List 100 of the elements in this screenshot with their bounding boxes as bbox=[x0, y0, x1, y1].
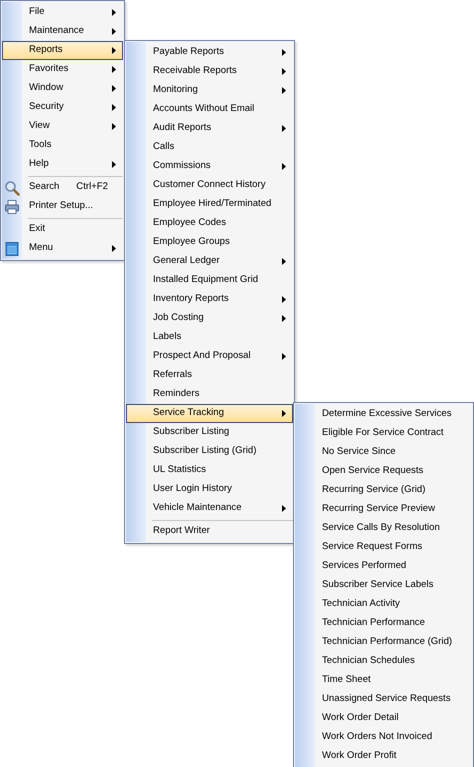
menu-item[interactable]: File bbox=[2, 3, 123, 22]
menu-item-label: Time Sheet bbox=[322, 673, 372, 688]
menu-item[interactable]: Calls bbox=[126, 138, 293, 157]
menu-item-label: Employee Codes bbox=[153, 216, 228, 230]
menu-item-label: Payable Reports bbox=[153, 45, 225, 60]
menu-item[interactable]: Service Tracking bbox=[126, 404, 293, 423]
menu-item[interactable]: Determine Excessive Services bbox=[295, 405, 472, 424]
menu-item[interactable]: Employee Codes bbox=[126, 214, 293, 233]
menu-item[interactable]: Payable Reports bbox=[126, 43, 293, 62]
menu-item-label: Installed Equipment Grid bbox=[153, 273, 260, 288]
menu-item[interactable]: User Login History bbox=[126, 480, 293, 499]
menu-item-label: Service Calls By Resolution bbox=[322, 521, 441, 536]
menu-item[interactable]: Work Orders Not Invoiced bbox=[295, 728, 472, 747]
menu-item[interactable]: Prospect And Proposal bbox=[126, 347, 293, 366]
menu-item-label: UL Statistics bbox=[153, 463, 207, 478]
menu-item-label: Unassigned Service Requests bbox=[322, 692, 452, 706]
menu-item-label: Monitoring bbox=[153, 83, 199, 98]
menu-item-label: Work Orders Not Invoiced bbox=[322, 730, 434, 744]
menu-item[interactable]: Subscriber Service Labels bbox=[295, 576, 472, 595]
menu-item-label: Prospect And Proposal bbox=[153, 349, 252, 364]
menu-item[interactable]: Report Writer bbox=[126, 522, 293, 541]
menu-item[interactable]: Subscriber Listing (Grid) bbox=[126, 442, 293, 461]
menu-item[interactable]: Help bbox=[2, 155, 123, 174]
menu-item[interactable]: Eligible For Service Contract bbox=[295, 424, 472, 443]
menu-item[interactable]: Technician Performance (Grid) bbox=[295, 633, 472, 652]
menu-item-label: Subscriber Listing bbox=[153, 425, 230, 440]
menu-item[interactable]: Inventory Reports bbox=[126, 290, 293, 309]
menu-item[interactable]: Technician Schedules bbox=[295, 652, 472, 671]
menu-item[interactable]: Maintenance bbox=[2, 22, 123, 41]
menu-item[interactable]: Work Order Detail bbox=[295, 709, 472, 728]
menu-item[interactable]: Accounts Without Email bbox=[126, 100, 293, 119]
menu-item-label: No Service Since bbox=[322, 445, 397, 460]
menu-item[interactable]: Vehicle Maintenance bbox=[126, 499, 293, 518]
menu-item[interactable]: Service Request Forms bbox=[295, 538, 472, 557]
menu-item[interactable]: Technician Performance bbox=[295, 614, 472, 633]
menu-item[interactable]: Menu bbox=[2, 239, 123, 258]
menu-item-label: Help bbox=[29, 157, 50, 172]
menu-item[interactable]: Favorites bbox=[2, 60, 123, 79]
menu-item-label: Employee Hired/Terminated bbox=[153, 197, 272, 212]
menu-item[interactable]: Tools bbox=[2, 136, 123, 155]
menu-item[interactable]: Recurring Service Preview bbox=[295, 500, 472, 519]
menu-item[interactable]: Window bbox=[2, 79, 123, 98]
menu-item[interactable]: Job Costing bbox=[126, 309, 293, 328]
menu-item[interactable]: Unassigned Service Requests bbox=[295, 690, 472, 709]
menu-item[interactable]: Employee Groups bbox=[126, 233, 293, 252]
shortcut-label: Ctrl+F2 bbox=[76, 180, 108, 194]
menu-item-label: Receivable Reports bbox=[153, 64, 238, 78]
menu-item-label: Report Writer bbox=[153, 524, 211, 538]
menu-item-label: Subscriber Listing (Grid) bbox=[153, 444, 258, 458]
menu-item-label: Employee Groups bbox=[153, 235, 231, 250]
menu-item-label: Technician Performance bbox=[322, 616, 426, 630]
menu-item-label: Service Tracking bbox=[153, 406, 225, 420]
menu-item[interactable]: Employee Hired/Terminated bbox=[126, 195, 293, 214]
menu-item-label: Customer Connect History bbox=[153, 178, 266, 192]
menu-item-label: Reminders bbox=[153, 387, 200, 402]
menu-item[interactable]: Labels bbox=[126, 328, 293, 347]
menu-item-label: View bbox=[29, 119, 51, 134]
menu-item[interactable]: Reports bbox=[2, 41, 123, 60]
menu-item[interactable]: Printer Setup... bbox=[2, 197, 123, 216]
menu-item-label: Referrals bbox=[153, 368, 193, 382]
menu-item-label: Eligible For Service Contract bbox=[322, 426, 445, 440]
menu-item[interactable]: Work Order Profit bbox=[295, 747, 472, 766]
menu-item[interactable]: Service Calls By Resolution bbox=[295, 519, 472, 538]
menu-item-label: Reports bbox=[29, 43, 64, 58]
menu-item-label: Tools bbox=[29, 138, 52, 152]
menu-item-label: Printer Setup... bbox=[29, 199, 94, 214]
menu-item[interactable]: Audit Reports bbox=[126, 119, 293, 138]
menu-item[interactable]: Customer Connect History bbox=[126, 176, 293, 195]
menu-item-label: File bbox=[29, 5, 46, 20]
menu-item-label: Recurring Service (Grid) bbox=[322, 483, 426, 498]
menu-item[interactable]: Security bbox=[2, 98, 123, 117]
menu-item[interactable]: Receivable Reports bbox=[126, 62, 293, 81]
menu-item-label: Subscriber Service Labels bbox=[322, 578, 434, 592]
menu-item-label: Vehicle Maintenance bbox=[153, 501, 243, 516]
menu-item-label: Audit Reports bbox=[153, 121, 212, 136]
menu-item[interactable]: General Ledger bbox=[126, 252, 293, 271]
menu-item[interactable]: Open Service Requests bbox=[295, 462, 472, 481]
menu-item[interactable]: Services Performed bbox=[295, 557, 472, 576]
menu-item[interactable]: Installed Equipment Grid bbox=[126, 271, 293, 290]
menu-item-label: Work Order Detail bbox=[322, 711, 400, 726]
menu-item[interactable]: Recurring Service (Grid) bbox=[295, 481, 472, 500]
menu-item-label: Recurring Service Preview bbox=[322, 502, 436, 516]
menu-item[interactable]: Referrals bbox=[126, 366, 293, 385]
menu-item[interactable]: Time Sheet bbox=[295, 671, 472, 690]
menu-item-label: Accounts Without Email bbox=[153, 102, 256, 116]
menu-item[interactable]: Commissions bbox=[126, 157, 293, 176]
menu-item[interactable]: Search Ctrl+F2 bbox=[2, 178, 123, 197]
menu-item-label: Security bbox=[29, 100, 65, 114]
menu-item[interactable]: No Service Since bbox=[295, 443, 472, 462]
menu-item-label: Open Service Requests bbox=[322, 464, 424, 478]
menu-item[interactable]: Monitoring bbox=[126, 81, 293, 100]
menu-item-label: Favorites bbox=[29, 62, 70, 76]
menu-item[interactable]: Reminders bbox=[126, 385, 293, 404]
menu-item[interactable]: Technician Activity bbox=[295, 595, 472, 614]
menu-item-label: Labels bbox=[153, 330, 182, 344]
menu-item[interactable]: Exit bbox=[2, 220, 123, 239]
menu-item[interactable]: Subscriber Listing bbox=[126, 423, 293, 442]
menu-item[interactable]: View bbox=[2, 117, 123, 136]
menu-item[interactable]: UL Statistics bbox=[126, 461, 293, 480]
menu-item-label: Commissions bbox=[153, 159, 212, 174]
